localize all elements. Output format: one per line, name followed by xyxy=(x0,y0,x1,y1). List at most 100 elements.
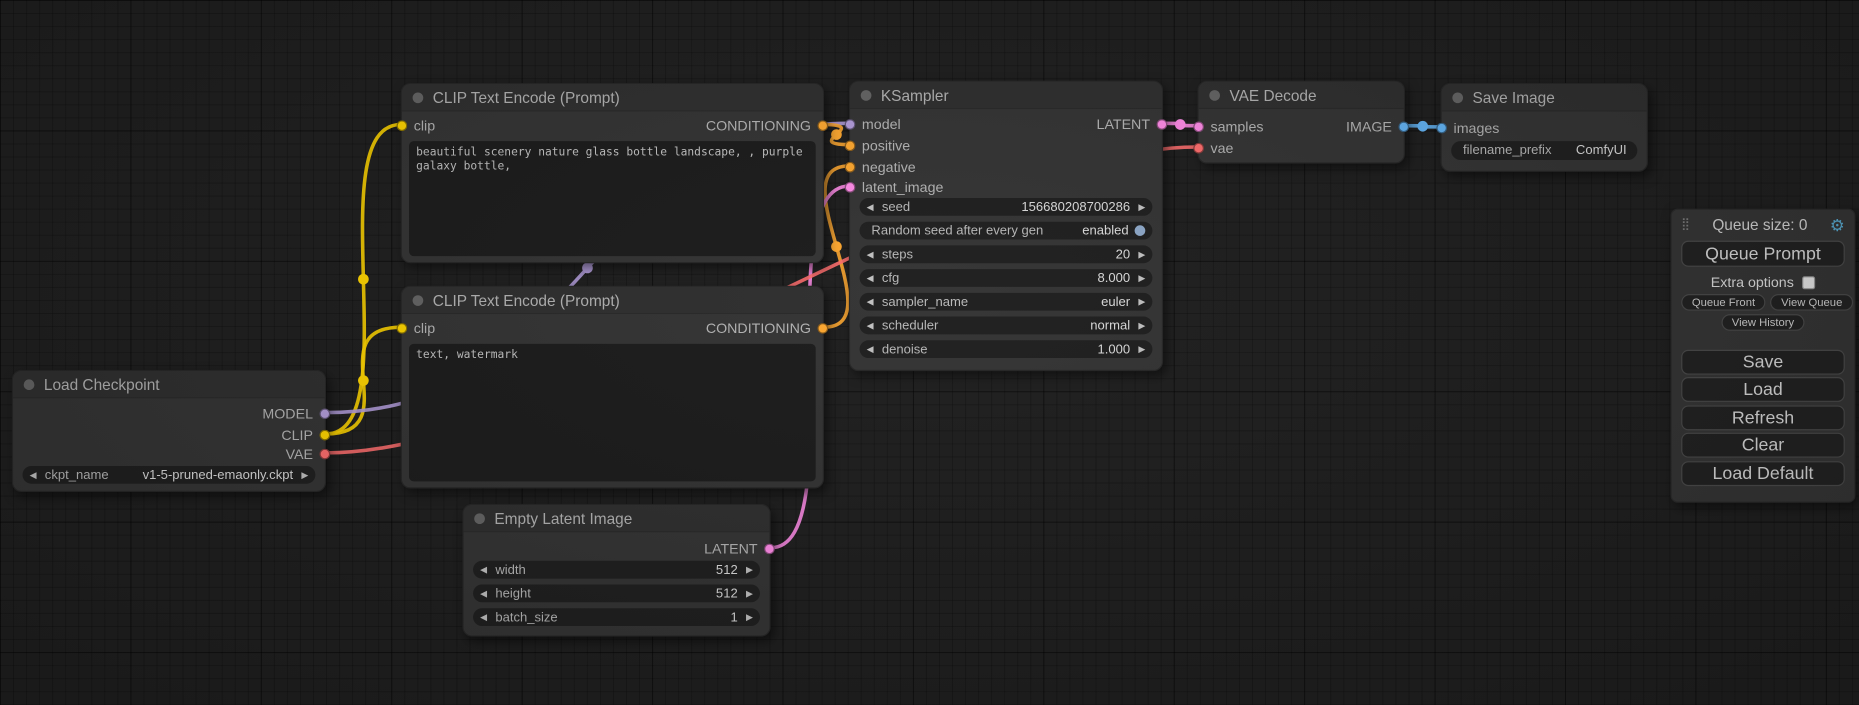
decrement-arrow-icon[interactable] xyxy=(27,469,39,480)
input-slot-images[interactable]: images xyxy=(1442,120,1647,137)
save-button[interactable]: Save xyxy=(1681,349,1845,374)
load-button[interactable]: Load xyxy=(1681,377,1845,402)
queue-front-button[interactable]: Queue Front xyxy=(1681,294,1766,311)
link-midpoint-dot[interactable] xyxy=(358,274,369,285)
input-slot-latent-image[interactable]: latent_image xyxy=(850,179,1162,196)
widget-control-after-generate[interactable]: Random seed after every gen enabled xyxy=(860,222,1153,240)
widget-seed[interactable]: seed 156680208700286 xyxy=(860,198,1153,216)
output-slot-latent[interactable]: LATENT xyxy=(464,541,770,558)
refresh-button[interactable]: Refresh xyxy=(1681,405,1845,430)
latent-image-input-dot[interactable] xyxy=(845,182,856,193)
link-midpoint-dot[interactable] xyxy=(1175,119,1186,130)
widget-width[interactable]: width 512 xyxy=(473,561,760,579)
node-load-checkpoint[interactable]: Load Checkpoint MODEL CLIP VAE ckpt_name… xyxy=(12,370,326,492)
increment-arrow-icon[interactable] xyxy=(1136,320,1148,331)
collapse-dot-icon[interactable] xyxy=(413,295,424,306)
images-input-dot[interactable] xyxy=(1436,123,1447,134)
node-header[interactable]: Load Checkpoint xyxy=(13,371,325,398)
queue-menu-panel[interactable]: ⣿ Queue size: 0 ⚙ Queue Prompt Extra opt… xyxy=(1671,209,1856,503)
widget-filename-prefix[interactable]: filename_prefix ComfyUI xyxy=(1451,141,1637,160)
vae-input-dot[interactable] xyxy=(1193,143,1204,154)
collapse-dot-icon[interactable] xyxy=(474,513,485,524)
samples-input-dot[interactable] xyxy=(1193,122,1204,133)
output-slot-vae[interactable]: VAE xyxy=(13,446,325,463)
model-output-dot[interactable] xyxy=(320,408,331,419)
increment-arrow-icon[interactable] xyxy=(1136,202,1148,213)
toggle-indicator-icon[interactable] xyxy=(1135,225,1146,236)
negative-input-dot[interactable] xyxy=(845,162,856,173)
increment-arrow-icon[interactable] xyxy=(744,612,756,623)
positive-input-dot[interactable] xyxy=(845,140,856,151)
view-history-button[interactable]: View History xyxy=(1721,314,1805,331)
increment-arrow-icon[interactable] xyxy=(1136,273,1148,284)
decrement-arrow-icon[interactable] xyxy=(864,273,876,284)
decrement-arrow-icon[interactable] xyxy=(864,296,876,307)
increment-arrow-icon[interactable] xyxy=(744,564,756,575)
node-clip-text-encode-negative[interactable]: CLIP Text Encode (Prompt) clip CONDITION… xyxy=(401,286,824,489)
node-header[interactable]: CLIP Text Encode (Prompt) xyxy=(402,287,823,314)
increment-arrow-icon[interactable] xyxy=(1136,296,1148,307)
widget-batch-size[interactable]: batch_size 1 xyxy=(473,608,760,626)
node-header[interactable]: VAE Decode xyxy=(1199,82,1404,109)
conditioning-output-dot[interactable] xyxy=(817,323,828,334)
decrement-arrow-icon[interactable] xyxy=(864,202,876,213)
node-header[interactable]: CLIP Text Encode (Prompt) xyxy=(402,84,823,111)
node-ksampler[interactable]: KSampler model LATENT positive negative … xyxy=(849,81,1163,371)
load-default-button[interactable]: Load Default xyxy=(1681,461,1845,486)
decrement-arrow-icon[interactable] xyxy=(864,344,876,355)
decrement-arrow-icon[interactable] xyxy=(478,588,490,599)
widget-steps[interactable]: steps 20 xyxy=(860,245,1153,263)
extra-options-checkbox[interactable] xyxy=(1802,276,1815,289)
node-save-image[interactable]: Save Image images filename_prefix ComfyU… xyxy=(1441,83,1648,172)
widget-denoise[interactable]: denoise 1.000 xyxy=(860,340,1153,358)
link-midpoint-dot[interactable] xyxy=(358,375,369,386)
increment-arrow-icon[interactable] xyxy=(1136,249,1148,260)
decrement-arrow-icon[interactable] xyxy=(864,320,876,331)
increment-arrow-icon[interactable] xyxy=(299,469,311,480)
queue-prompt-button[interactable]: Queue Prompt xyxy=(1681,241,1845,267)
widget-sampler-name[interactable]: sampler_name euler xyxy=(860,293,1153,311)
clip-output-dot[interactable] xyxy=(320,430,331,441)
collapse-dot-icon[interactable] xyxy=(1452,92,1463,103)
link-midpoint-dot[interactable] xyxy=(831,241,842,252)
input-slot-positive[interactable]: positive xyxy=(850,138,1162,155)
widget-height[interactable]: height 512 xyxy=(473,585,760,603)
input-slot-vae[interactable]: vae xyxy=(1199,140,1404,157)
output-slot-model[interactable]: MODEL xyxy=(13,405,325,422)
node-header[interactable]: Save Image xyxy=(1442,84,1647,111)
decrement-arrow-icon[interactable] xyxy=(478,612,490,623)
output-slot-clip[interactable]: CLIP xyxy=(13,427,325,444)
collapse-dot-icon[interactable] xyxy=(861,90,872,101)
drag-handle-icon[interactable]: ⣿ xyxy=(1681,218,1690,231)
prompt-textarea[interactable]: beautiful scenery nature glass bottle la… xyxy=(409,141,816,256)
conditioning-output-dot[interactable] xyxy=(817,120,828,131)
clip-input-dot[interactable] xyxy=(397,120,408,131)
graph-canvas[interactable]: Load Checkpoint MODEL CLIP VAE ckpt_name… xyxy=(0,0,1859,705)
widget-cfg[interactable]: cfg 8.000 xyxy=(860,269,1153,287)
collapse-dot-icon[interactable] xyxy=(1209,90,1220,101)
decrement-arrow-icon[interactable] xyxy=(864,249,876,260)
vae-output-dot[interactable] xyxy=(320,449,331,460)
increment-arrow-icon[interactable] xyxy=(744,588,756,599)
increment-arrow-icon[interactable] xyxy=(1136,344,1148,355)
input-slot-negative[interactable]: negative xyxy=(850,159,1162,176)
image-output-dot[interactable] xyxy=(1398,122,1409,133)
model-input-dot[interactable] xyxy=(845,119,856,130)
node-header[interactable]: KSampler xyxy=(850,82,1162,109)
latent-output-dot[interactable] xyxy=(764,544,775,555)
link-midpoint-dot[interactable] xyxy=(582,263,593,274)
settings-gear-icon[interactable]: ⚙ xyxy=(1830,216,1845,233)
link-midpoint-dot[interactable] xyxy=(831,129,842,140)
collapse-dot-icon[interactable] xyxy=(24,379,35,390)
widget-scheduler[interactable]: scheduler normal xyxy=(860,317,1153,335)
clip-input-dot[interactable] xyxy=(397,323,408,334)
widget-ckpt-name[interactable]: ckpt_name v1-5-pruned-emaonly.ckpt xyxy=(23,466,316,484)
link-midpoint-dot[interactable] xyxy=(1417,121,1428,132)
view-queue-button[interactable]: View Queue xyxy=(1771,294,1854,311)
decrement-arrow-icon[interactable] xyxy=(478,564,490,575)
clear-button[interactable]: Clear xyxy=(1681,433,1845,458)
collapse-dot-icon[interactable] xyxy=(413,92,424,103)
node-vae-decode[interactable]: VAE Decode samples IMAGE vae xyxy=(1197,81,1404,164)
prompt-textarea[interactable]: text, watermark xyxy=(409,344,816,482)
node-header[interactable]: Empty Latent Image xyxy=(464,505,770,532)
